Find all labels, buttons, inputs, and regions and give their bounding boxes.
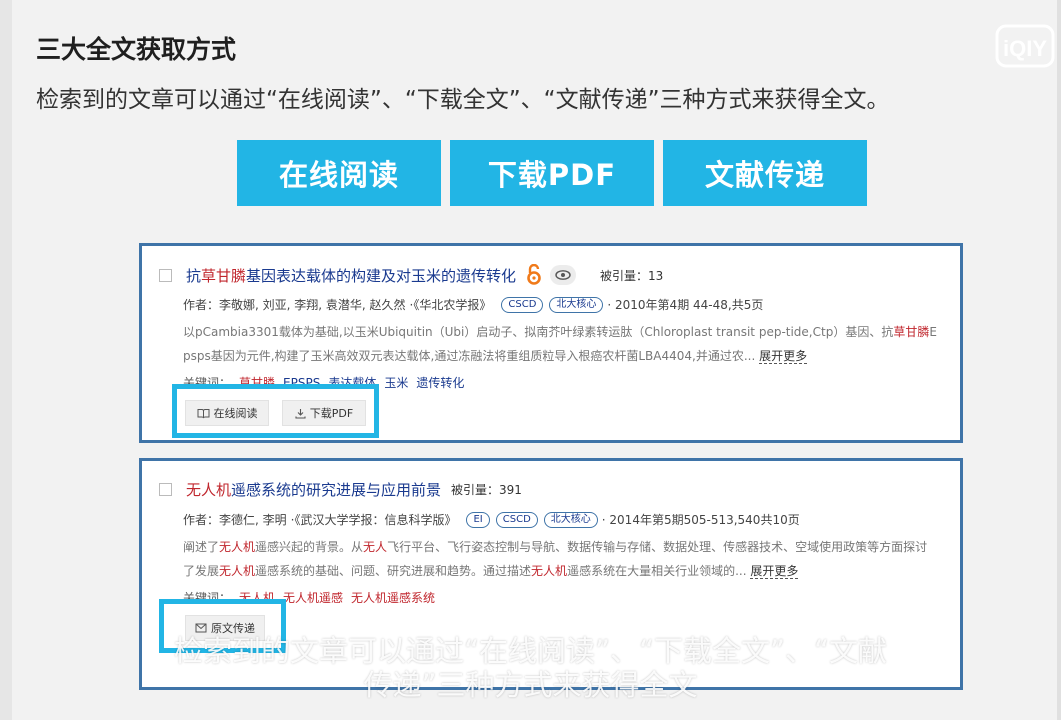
online-read-button[interactable]: 在线阅读 xyxy=(237,140,441,206)
iqiyi-logo-icon: iQIY xyxy=(995,24,1055,68)
keyword-link[interactable]: 无人机遥感 xyxy=(283,591,343,605)
keyword-link[interactable]: 无人机遥感系统 xyxy=(351,591,435,605)
select-checkbox[interactable] xyxy=(159,483,172,496)
keyword-link[interactable]: 遗传转化 xyxy=(416,376,464,390)
journal-name[interactable]: ·《华北农学报》 xyxy=(410,296,492,313)
logo-text: iQIY xyxy=(1003,36,1047,61)
right-edge xyxy=(1057,0,1061,720)
expand-more-link[interactable]: 展开更多 xyxy=(750,564,799,579)
intro-text: 检索到的文章可以通过“在线阅读”、“下载全文”、“文献传递”三种方式来获得全文。 xyxy=(36,87,890,113)
article-title-link[interactable]: 抗草甘膦基因表达载体的构建及对玉米的遗传转化 xyxy=(186,265,516,286)
badge-cscd: CSCD xyxy=(495,511,538,528)
article-card-1: 抗草甘膦基因表达载体的构建及对玉米的遗传转化 被引量：13 作者： 李敬娜, 刘… xyxy=(139,243,963,443)
highlight-frame xyxy=(172,384,379,438)
badge-pku-core: 北大核心 xyxy=(543,511,598,528)
keyword-link[interactable]: 玉米 xyxy=(384,376,408,390)
article-meta: 作者： 李敬娜, 刘亚, 李翔, 袁潜华, 赵久然 ·《华北农学报》 CSCD … xyxy=(183,296,767,313)
select-checkbox[interactable] xyxy=(159,268,172,282)
open-access-icon xyxy=(527,264,541,285)
citation-count: 被引量：391 xyxy=(451,483,522,497)
journal-name[interactable]: ·《武汉大学学报：信息科学版》 xyxy=(291,511,457,528)
publish-info: · 2010年第4期 44-48,共5页 xyxy=(607,298,764,312)
preview-eye-icon[interactable] xyxy=(550,265,577,285)
article-meta: 作者： 李德仁, 李明 ·《武汉大学学报：信息科学版》 EI CSCD 北大核心… xyxy=(183,511,804,528)
author-label: 作者： xyxy=(183,513,220,527)
publish-info: · 2014年第5期505-513,540共10页 xyxy=(601,513,800,527)
video-subtitle-line-2: 传递”三种方式来获得全文 xyxy=(363,668,698,702)
video-subtitle-line-1: 检索到的文章可以通过“在线阅读”、“下载全文”、“文献 xyxy=(173,634,888,668)
article-title-link[interactable]: 无人机遥感系统的研究进展与应用前景 xyxy=(186,479,441,500)
badge-ei: EI xyxy=(466,511,490,528)
article-title-row: 无人机遥感系统的研究进展与应用前景 被引量：391 xyxy=(159,479,522,500)
left-edge xyxy=(0,0,12,720)
article-abstract: 以pCambia3301载体为基础,以玉米Ubiquitin（Ubi）启动子、拟… xyxy=(183,325,937,364)
article-title-row: 抗草甘膦基因表达载体的构建及对玉米的遗传转化 被引量：13 xyxy=(159,264,663,286)
author-label: 作者： xyxy=(183,298,220,312)
badge-pku-core: 北大核心 xyxy=(549,296,604,313)
authors[interactable]: 李敬娜, 刘亚, 李翔, 袁潜华, 赵久然 xyxy=(219,296,406,313)
document-delivery-button[interactable]: 文献传递 xyxy=(663,140,867,206)
expand-more-link[interactable]: 展开更多 xyxy=(759,349,808,364)
download-pdf-button[interactable]: 下载PDF xyxy=(450,140,654,206)
badge-cscd: CSCD xyxy=(501,296,544,313)
authors[interactable]: 李德仁, 李明 xyxy=(219,511,287,528)
page-title: 三大全文获取方式 xyxy=(36,35,237,64)
citation-count: 被引量：13 xyxy=(600,268,664,283)
article-abstract: 阐述了无人机遥感兴起的背景。从无人飞行平台、飞行姿态控制与导航、数据传输与存储、… xyxy=(183,540,928,579)
